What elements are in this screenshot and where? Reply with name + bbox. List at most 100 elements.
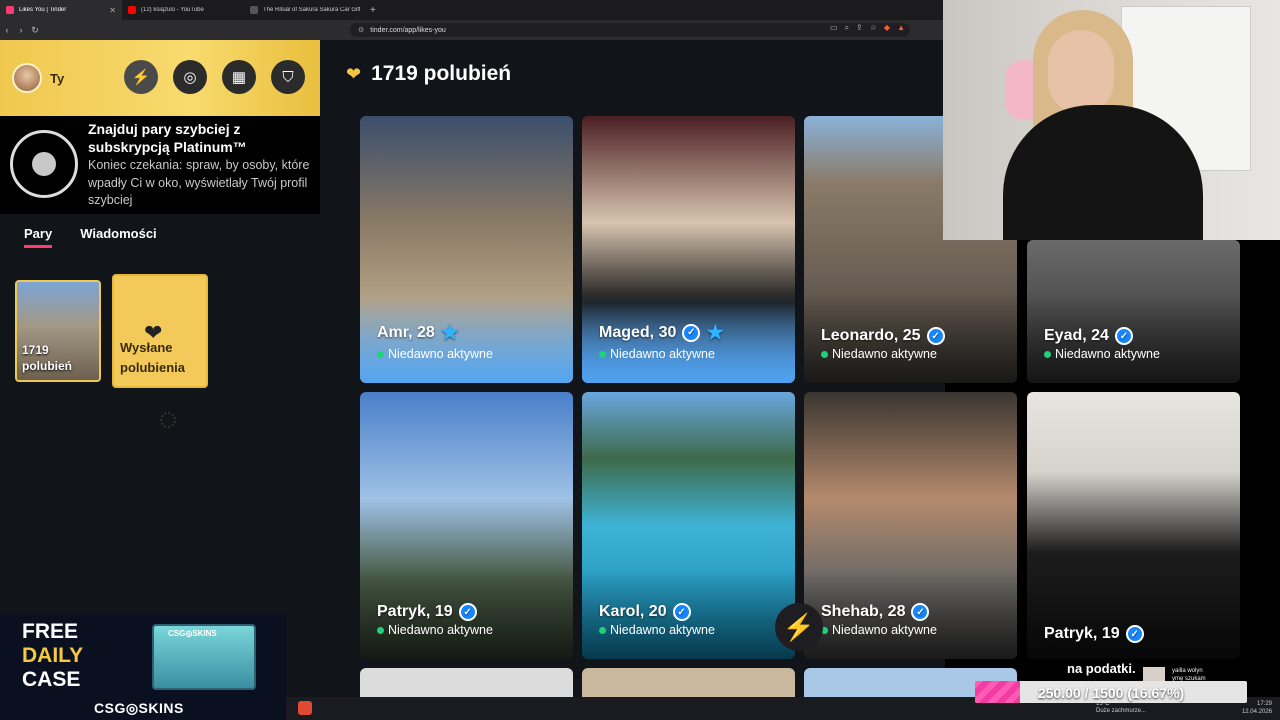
platinum-promo[interactable]: Znajduj pary szybciej z subskrypcją Plat… [0, 116, 320, 214]
likes-count: 1719 [22, 343, 49, 357]
profile-card[interactable]: Maged, 30 ✓ ★ Niedawno aktywne [582, 116, 795, 383]
briefcase-icon[interactable]: ▦ [222, 60, 256, 94]
tab-messages[interactable]: Wiadomości [80, 226, 156, 248]
sent-card-label: Wysłane polubienia [120, 338, 185, 378]
zoom-icon[interactable]: ⌕ [845, 23, 849, 33]
explore-icon[interactable]: ◎ [173, 60, 207, 94]
flame-icon [32, 152, 56, 176]
sent-likes-card[interactable]: ❤ Wysłane polubienia [112, 274, 208, 388]
back-icon[interactable]: ‹ [0, 25, 14, 35]
url-text: tinder.com/app/likes-you [370, 26, 446, 34]
tab-youtube[interactable]: (12) książulo - YouTube [122, 0, 244, 20]
rewards-icon[interactable]: ▲ [897, 23, 905, 33]
profile-header: Ty ⚡ ◎ ▦ ⛉ [0, 40, 320, 116]
tinder-favicon-icon [6, 6, 14, 14]
screen-icon[interactable]: ▭ [830, 23, 838, 33]
profile-card[interactable]: Eyad, 24 ✓ Niedawno aktywne [1027, 240, 1240, 383]
card-name: Leonardo, 25 ✓ [821, 327, 945, 345]
ad-logo: CSG◎SKINS [94, 700, 184, 716]
profile-name: Shehab, 28 [821, 603, 906, 620]
avatar[interactable] [12, 63, 42, 93]
verified-icon: ✓ [926, 327, 945, 345]
case-label: CSG◎SKINS [168, 629, 217, 638]
profile-card[interactable]: Patryk, 19 ✓ Niedawno aktywne [360, 392, 573, 659]
weather-desc: Duże zachmurze... [1096, 708, 1147, 714]
address-bar[interactable]: ⚙ tinder.com/app/likes-you [350, 23, 910, 37]
verified-icon: ✓ [1114, 327, 1133, 345]
star-icon: ★ [706, 322, 725, 344]
verified-icon: ✓ [458, 603, 477, 621]
active-dot-icon [377, 626, 384, 634]
ad-line1: FREE [22, 620, 79, 643]
case-box: CSG◎SKINS [152, 624, 256, 690]
card-status: Niedawno aktywne [599, 623, 715, 637]
reload-icon[interactable]: ↻ [28, 25, 42, 36]
header-icons: ⚡ ◎ ▦ ⛉ [124, 60, 305, 94]
weather-widget[interactable]: 15°C Duże zachmurze... [1096, 701, 1146, 715]
profile-name: Eyad, 24 [1044, 327, 1109, 344]
card-status: Niedawno aktywne [821, 347, 937, 361]
tab-ritual[interactable]: The Ritual of Sakura Sakura Car Gift [244, 0, 366, 20]
ad-line2: DAILY [22, 644, 84, 667]
tab-title: (12) książulo - YouTube [141, 7, 204, 13]
likes-you-card[interactable]: 1719 polubień [15, 280, 101, 382]
page-favicon-icon [250, 6, 258, 14]
active-dot-icon [821, 350, 828, 358]
shield-icon[interactable]: ⛉ [271, 60, 305, 94]
promo-text: Znajduj pary szybciej z subskrypcją Plat… [88, 120, 310, 210]
donation-goal-bar: 250.00 / 1500 (16.67%) [975, 681, 1247, 703]
tab-matches[interactable]: Pary [24, 226, 53, 248]
username[interactable]: Ty [50, 71, 64, 86]
youtube-favicon-icon [128, 6, 136, 14]
status-text: Niedawno aktywne [1055, 347, 1160, 361]
share-icon[interactable]: ⇪ [856, 23, 863, 33]
likes-you-panel: ❤ 1719 polubień Amr, 28 ★ Niedawno aktywn… [320, 40, 1017, 720]
card-status: Niedawno aktywne [1044, 347, 1160, 361]
likes-heart-icon: ❤ [346, 63, 362, 84]
card-name: Patryk, 19 ✓ [1044, 625, 1144, 643]
profile-card[interactable]: Amr, 28 ★ Niedawno aktywne [360, 116, 573, 383]
card-name: Patryk, 19 ✓ [377, 603, 477, 621]
profile-card[interactable]: Patryk, 19 ✓ [1027, 392, 1240, 659]
brave-icon[interactable] [298, 701, 312, 715]
tab-title: The Ritual of Sakura Sakura Car Gift [263, 7, 360, 13]
profile-name: Patryk, 19 [377, 603, 453, 620]
profile-name: Karol, 20 [599, 603, 667, 620]
active-dot-icon [599, 626, 606, 634]
boost-icon[interactable]: ⚡ [124, 60, 158, 94]
csgo-skins-ad: FREE DAILY CASE CSG◎SKINS CSG◎SKINS [0, 614, 286, 720]
profile-card[interactable]: Karol, 20 ✓ Niedawno aktywne [582, 392, 795, 659]
profile-name: Patryk, 19 [1044, 625, 1120, 642]
streamer-face [1048, 30, 1114, 114]
card-name: Karol, 20 ✓ [599, 603, 691, 621]
lightning-icon: ⚡ [775, 603, 823, 651]
card-name: Shehab, 28 ✓ [821, 603, 930, 621]
profile-card[interactable]: Shehab, 28 ✓ Niedawno aktywne [804, 392, 1017, 659]
brave-shield-icon[interactable]: ◆ [884, 23, 890, 33]
profile-name: Maged, 30 [599, 323, 677, 341]
status-text: Niedawno aktywne [388, 623, 493, 637]
active-dot-icon [599, 350, 606, 358]
sidebar-tabs: Pary Wiadomości [24, 226, 157, 248]
close-icon[interactable]: ✕ [109, 6, 116, 15]
verified-icon: ✓ [1125, 625, 1144, 643]
active-dot-icon [1044, 350, 1051, 358]
status-text: Niedawno aktywne [610, 623, 715, 637]
card-shade [1027, 569, 1240, 659]
star-icon: ★ [440, 322, 459, 344]
tab-tinder[interactable]: Likes You | Tinder ✕ [0, 0, 122, 20]
bookmark-star-icon[interactable]: ☆ [870, 23, 877, 33]
system-clock[interactable]: 17:29 12.04.2026 [1242, 700, 1272, 716]
new-tab-button[interactable]: + [370, 5, 376, 16]
page-title: 1719 polubień [371, 62, 512, 85]
site-info-icon[interactable]: ⚙ [358, 26, 364, 34]
status-text: Niedawno aktywne [832, 623, 937, 637]
promo-title: Znajduj pary szybciej z subskrypcją Plat… [88, 121, 247, 155]
forward-icon[interactable]: › [14, 25, 28, 35]
card-status: Niedawno aktywne [821, 623, 937, 637]
clock-date: 12.04.2026 [1241, 709, 1272, 715]
sent-line1: Wysłane [120, 340, 173, 355]
webcam-overlay [943, 0, 1280, 240]
verified-icon: ✓ [682, 323, 701, 342]
browser-toolbar: ‹ › ↻ ⚙ tinder.com/app/likes-you ▭ ⌕ ⇪ ☆… [0, 20, 945, 40]
